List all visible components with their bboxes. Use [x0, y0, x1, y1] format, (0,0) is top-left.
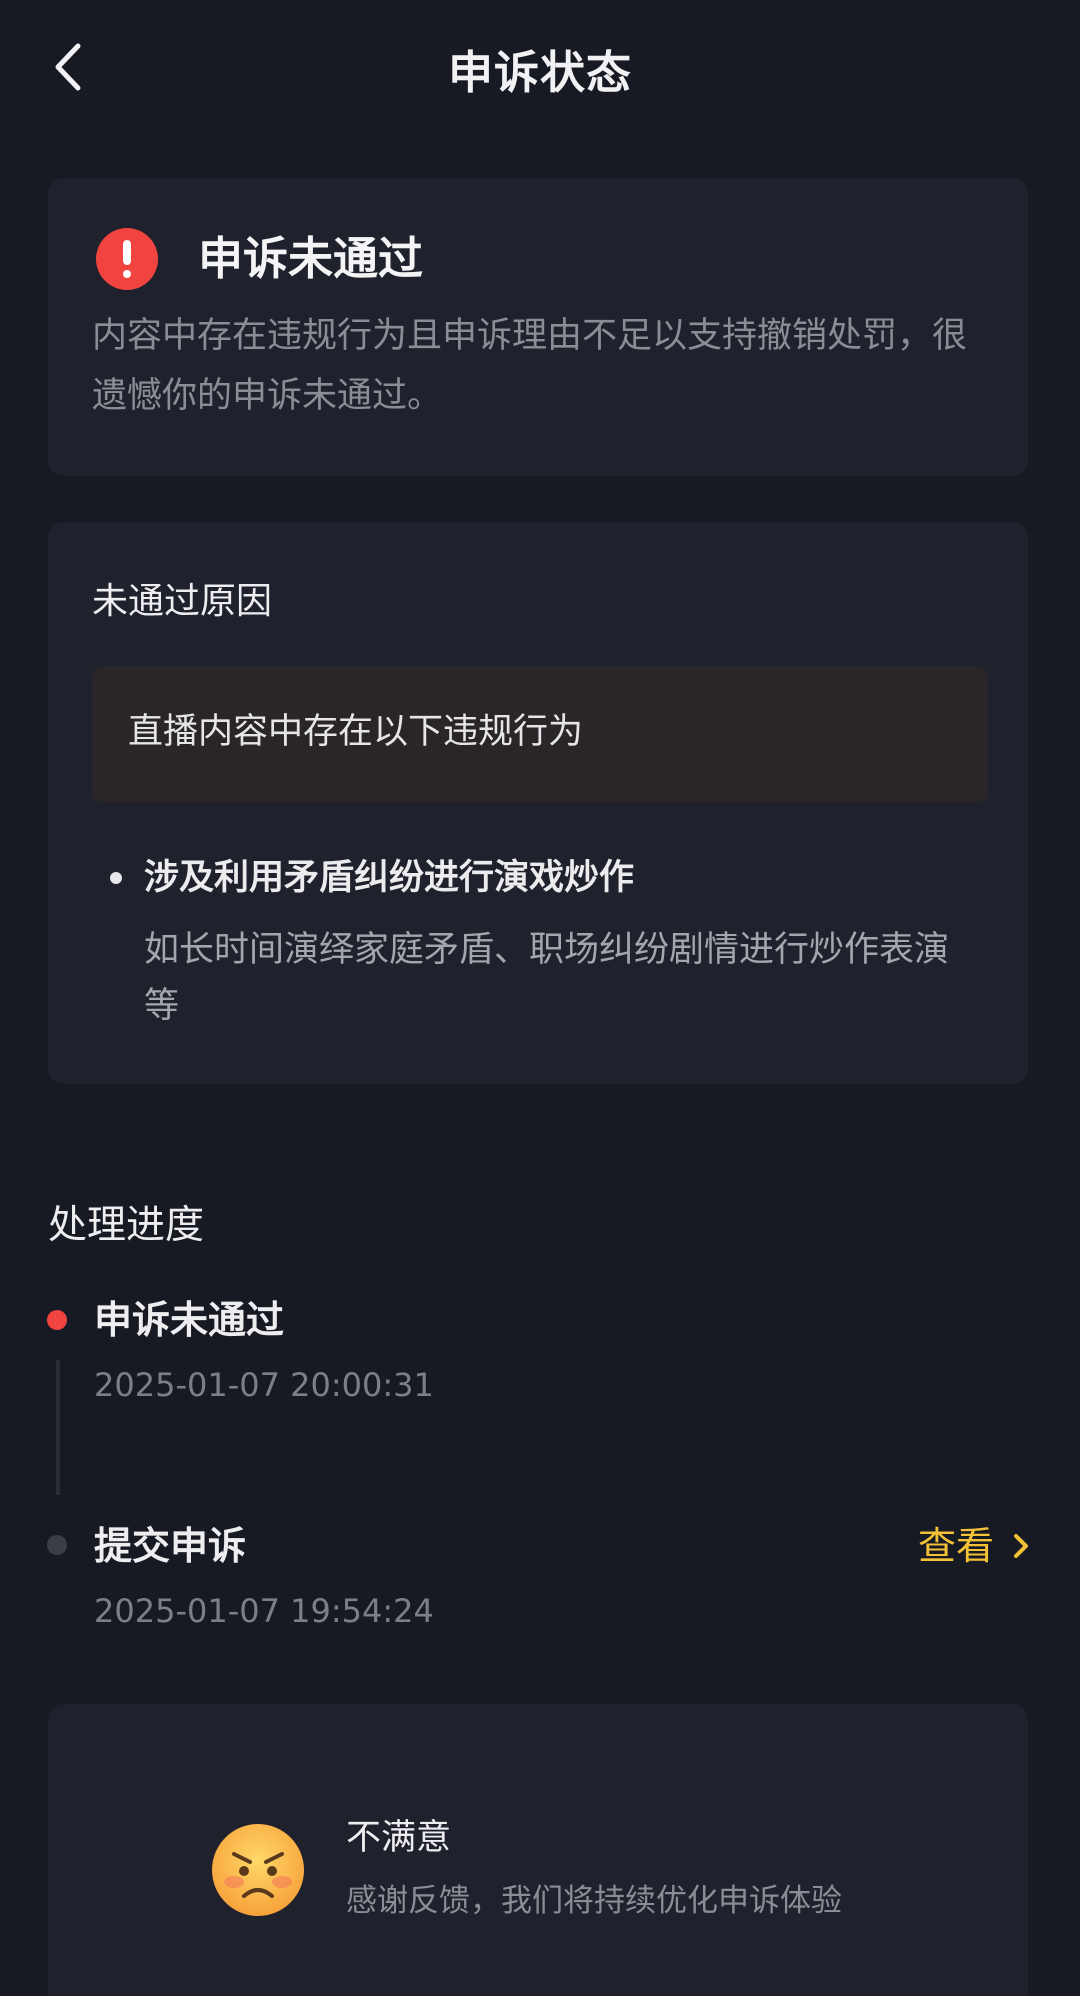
- header: 申诉状态: [0, 0, 1080, 140]
- timeline-dot-active: [47, 1310, 67, 1330]
- reason-summary-text: 直播内容中存在以下违规行为: [128, 712, 584, 752]
- appeal-status-page: 申诉状态 申诉未通过 内容中存在违规行为且申诉理由不足以支持撤销处罚，很遗憾你的…: [0, 0, 1080, 1996]
- violation-title: 涉及利用矛盾纠纷进行演戏炒作: [144, 858, 635, 898]
- reason-card: 未通过原因 直播内容中存在以下违规行为 涉及利用矛盾纠纷进行演戏炒作 如长时间演…: [48, 522, 1028, 1084]
- feedback-card[interactable]: 不满意 感谢反馈，我们将持续优化申诉体验: [48, 1704, 1028, 1996]
- reason-title: 未通过原因: [92, 581, 273, 622]
- violation-description: 如长时间演绎家庭矛盾、职场纠纷剧情进行炒作表演等: [144, 930, 950, 1026]
- reason-summary-box: 直播内容中存在以下违规行为: [92, 666, 988, 802]
- status-description: 内容中存在违规行为且申诉理由不足以支持撤销处罚，很遗憾你的申诉未通过。: [92, 316, 968, 416]
- chevron-right-icon: [1014, 1534, 1028, 1558]
- step-time: 2025-01-07 20:00:31: [94, 1366, 434, 1404]
- status-title: 申诉未通过: [198, 232, 424, 285]
- alert-circle-icon: [96, 228, 158, 290]
- step-time: 2025-01-07 19:54:24: [94, 1592, 434, 1630]
- progress-title: 处理进度: [48, 1203, 205, 1248]
- step-title: 提交申诉: [94, 1524, 247, 1568]
- view-appeal-button[interactable]: 查看: [918, 1516, 1034, 1576]
- timeline-line: [56, 1360, 60, 1495]
- feedback-description: 感谢反馈，我们将持续优化申诉体验: [346, 1883, 842, 1919]
- page-title: 申诉状态: [447, 46, 632, 99]
- view-appeal-label: 查看: [917, 1524, 994, 1568]
- feedback-title: 不满意: [346, 1818, 452, 1858]
- status-card: 申诉未通过 内容中存在违规行为且申诉理由不足以支持撤销处罚，很遗憾你的申诉未通过…: [48, 178, 1028, 476]
- angry-face-icon: [212, 1824, 304, 1916]
- step-title: 申诉未通过: [94, 1298, 285, 1342]
- timeline-dot: [47, 1535, 67, 1555]
- bullet-icon: [110, 872, 122, 884]
